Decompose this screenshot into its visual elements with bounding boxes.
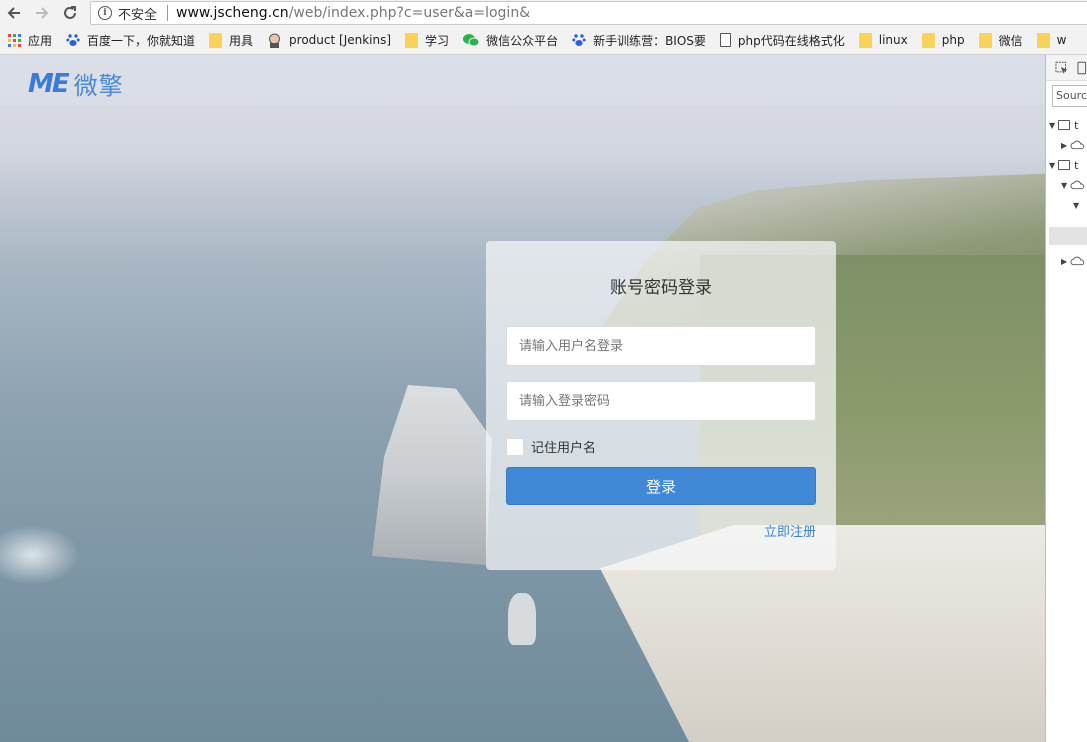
window-icon	[1058, 120, 1071, 130]
cloud-icon	[1070, 140, 1085, 150]
tree-row[interactable]: ▼ t	[1049, 115, 1087, 135]
document-icon	[719, 33, 731, 47]
username-input[interactable]	[506, 326, 816, 366]
login-page: ME 微擎 账号密码登录 记住用户名 登录 立即注册	[0, 55, 1045, 742]
folder-icon	[978, 32, 992, 48]
bookmark-linux[interactable]: linux	[858, 32, 908, 48]
forward-button[interactable]	[28, 1, 56, 25]
login-title: 账号密码登录	[610, 278, 712, 298]
tree-row[interactable]: ▶	[1049, 251, 1087, 271]
cloud-icon	[1070, 180, 1085, 190]
remember-checkbox[interactable]	[506, 437, 524, 456]
bookmark-jenkins[interactable]: product [Jenkins]	[267, 33, 391, 48]
bookmark-label: linux	[878, 33, 908, 47]
logo-text: 微擎	[73, 72, 124, 100]
password-input[interactable]	[506, 381, 816, 421]
bookmark-w[interactable]: w	[1036, 32, 1067, 48]
bookmark-apps[interactable]: 应用	[8, 32, 52, 49]
collapsed-triangle-icon: ▶	[1061, 256, 1068, 266]
bookmark-baidu[interactable]: 百度一下，你就知道	[66, 32, 195, 49]
devtools-tree: ▼ t ▶ ▼ t ▼ ▼ ▶	[1046, 107, 1087, 271]
reload-button[interactable]	[56, 1, 84, 25]
bookmark-label: product [Jenkins]	[289, 33, 392, 47]
bookmark-php-format[interactable]: php代码在线格式化	[719, 32, 845, 49]
tree-row-selected[interactable]	[1049, 227, 1087, 245]
bookmark-label: php	[941, 33, 965, 47]
bookmark-label: 学习	[425, 33, 450, 48]
bookmark-tools[interactable]: 用具	[209, 32, 253, 49]
site-logo[interactable]: ME 微擎	[28, 66, 124, 101]
background-sea-stack	[508, 593, 536, 645]
cloud-icon	[1070, 256, 1085, 266]
folder-icon	[405, 32, 419, 48]
background-sea-cliff	[372, 385, 492, 565]
tree-row[interactable]: ▼ t	[1049, 155, 1087, 175]
wechat-icon	[463, 34, 480, 47]
baidu-paw-icon	[572, 34, 586, 46]
expanded-triangle-icon: ▼	[1049, 160, 1056, 170]
inspect-element-icon[interactable]	[1055, 61, 1068, 75]
tree-label: t	[1074, 118, 1079, 132]
collapsed-triangle-icon: ▶	[1061, 140, 1068, 150]
bookmark-php[interactable]: php	[921, 32, 965, 48]
bookmark-label: php代码在线格式化	[737, 33, 845, 48]
register-link[interactable]: 立即注册	[764, 521, 816, 540]
devtools-panel: Source ▼t ▶ ▼t ▼ ▼ ▶	[1045, 55, 1087, 742]
bookmark-wechat[interactable]: 微信	[978, 32, 1023, 49]
folder-icon	[1036, 32, 1050, 48]
tree-row[interactable]: ▶	[1049, 135, 1087, 155]
bookmark-study[interactable]: 学习	[405, 32, 449, 49]
bookmarks-bar: 应用 百度一下，你就知道 用具 product [Jenkins] 学习 微信公…	[0, 26, 1087, 55]
tree-row[interactable]: ▼	[1049, 175, 1087, 195]
insecure-label[interactable]: 不安全	[118, 4, 157, 23]
remember-username[interactable]: 记住用户名	[506, 437, 596, 456]
tree-row[interactable]: ▼	[1049, 195, 1087, 215]
address-bar-row: i 不安全 www.jscheng.cn/web/index.php?c=use…	[0, 0, 1087, 26]
reload-icon	[64, 6, 76, 19]
sources-dropdown[interactable]: Source	[1052, 85, 1087, 107]
tree-label: t	[1074, 158, 1079, 172]
jenkins-icon	[269, 33, 281, 48]
info-icon[interactable]: i	[98, 6, 112, 20]
bookmark-label: 应用	[28, 33, 53, 48]
bookmark-label: 微信	[998, 33, 1023, 48]
bookmark-label: 用具	[229, 33, 254, 48]
bookmark-bios[interactable]: 新手训练营：BIOS要	[572, 32, 706, 49]
folder-icon	[209, 32, 223, 48]
site-header: ME 微擎	[0, 55, 1045, 105]
window-icon	[1058, 160, 1071, 170]
url-path[interactable]: /web/index.php?c=user&a=login&	[289, 5, 530, 21]
arrow-left-icon	[7, 7, 20, 19]
omnibox[interactable]: i 不安全 www.jscheng.cn/web/index.php?c=use…	[90, 1, 1087, 25]
remember-label: 记住用户名	[531, 441, 597, 456]
apps-grid-icon	[8, 33, 21, 47]
expanded-triangle-icon: ▼	[1073, 200, 1080, 210]
bookmark-label: 百度一下，你就知道	[87, 33, 196, 48]
expanded-triangle-icon: ▼	[1061, 180, 1068, 190]
url-host[interactable]: www.jscheng.cn	[176, 5, 289, 21]
baidu-paw-icon	[66, 34, 80, 46]
bookmark-label: w	[1056, 33, 1067, 47]
bookmark-label: 新手训练营：BIOS要	[593, 33, 706, 48]
arrow-right-icon	[36, 7, 49, 19]
devtools-toolbar	[1046, 55, 1087, 81]
device-toolbar-icon[interactable]	[1077, 61, 1087, 75]
folder-icon	[921, 32, 935, 48]
login-button[interactable]: 登录	[506, 467, 816, 505]
folder-icon	[858, 32, 872, 48]
login-card: 账号密码登录 记住用户名 登录 立即注册	[486, 241, 836, 570]
logo-mark: ME	[28, 68, 70, 99]
back-button[interactable]	[0, 1, 28, 25]
expanded-triangle-icon: ▼	[1049, 120, 1056, 130]
omnibox-divider	[167, 5, 169, 21]
bookmark-label: 微信公众平台	[486, 33, 559, 48]
background-surf	[0, 525, 80, 585]
bookmark-wechat-platform[interactable]: 微信公众平台	[463, 32, 558, 49]
